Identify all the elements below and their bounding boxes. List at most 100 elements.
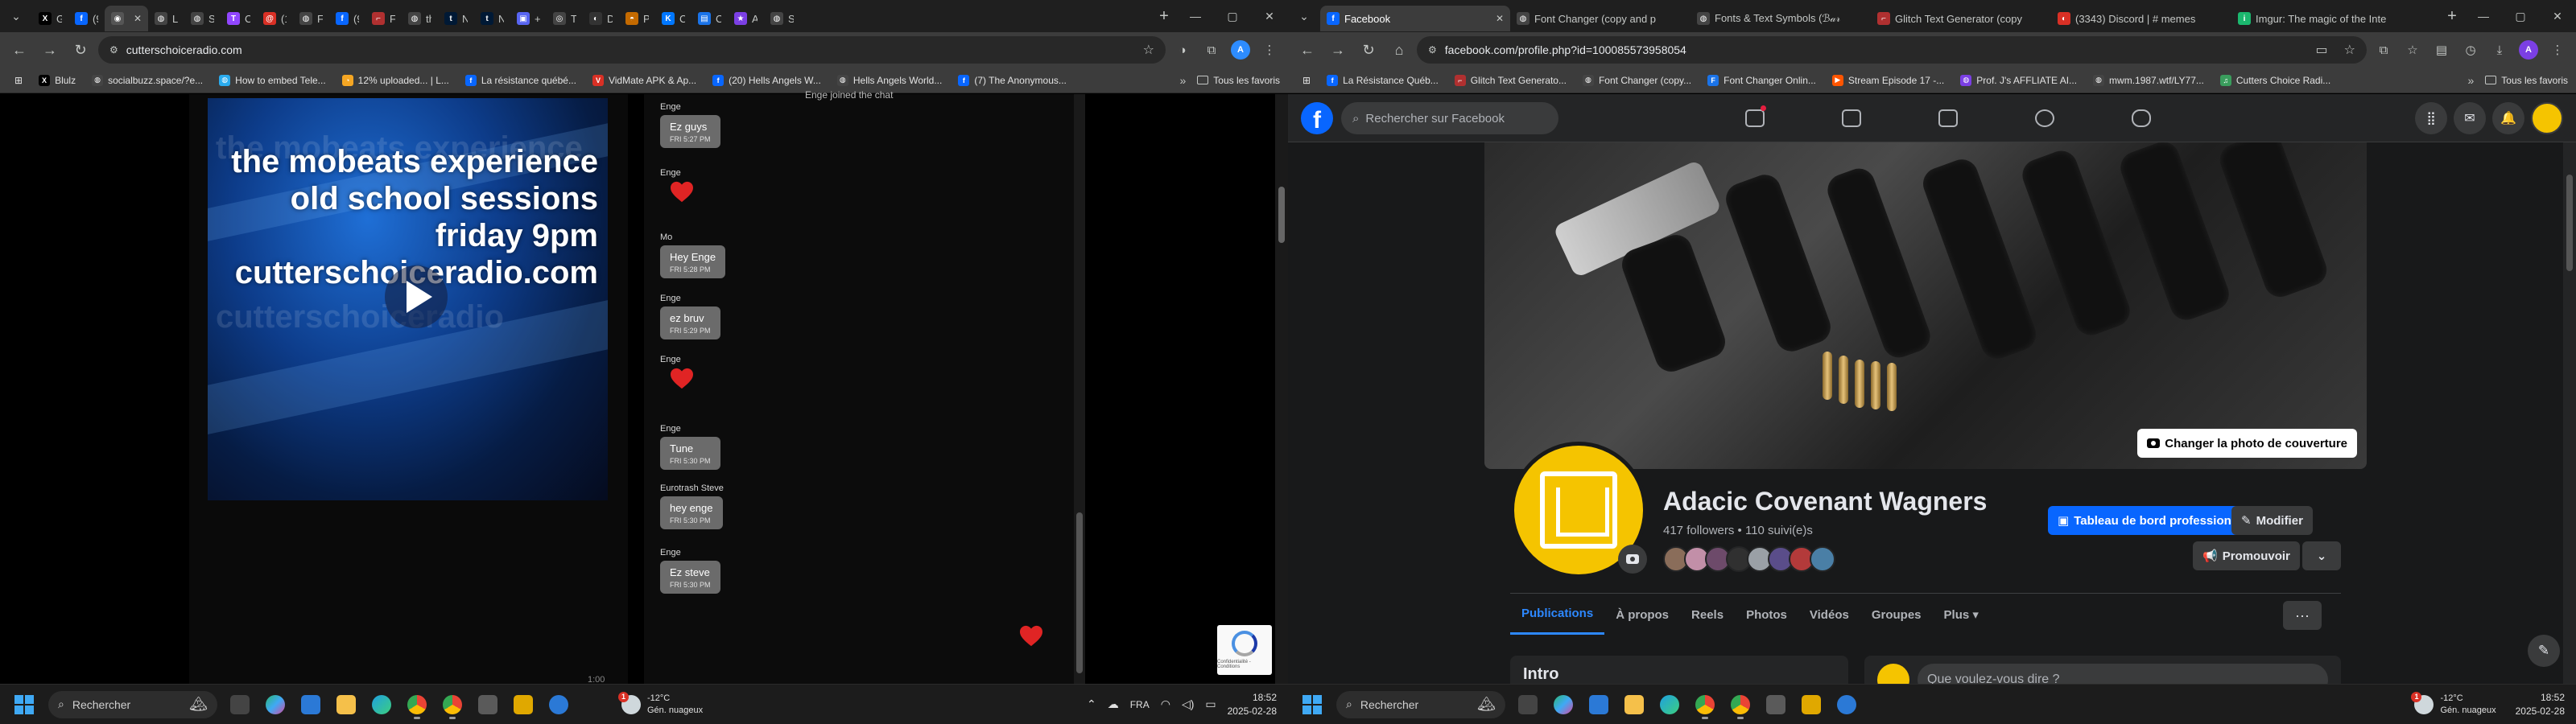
- history-icon[interactable]: ◷: [2458, 38, 2483, 62]
- app-icon[interactable]: [1761, 690, 1790, 719]
- more-bookmarks-icon[interactable]: »: [2460, 74, 2483, 87]
- reload-button[interactable]: ↻: [1356, 37, 1381, 63]
- address-bar[interactable]: ⚙ facebook.com/profile.php?id=1000855739…: [1417, 36, 2367, 64]
- bookmark-7[interactable]: ◍ Hells Angels World...: [831, 70, 949, 91]
- task-view-icon[interactable]: [225, 690, 254, 719]
- scroll-thumb[interactable]: [1076, 512, 1083, 673]
- app-icon[interactable]: [1797, 690, 1826, 719]
- chrome-icon[interactable]: [1726, 690, 1755, 719]
- bookmark-2[interactable]: ◍ Font Changer (copy...: [1576, 70, 1698, 91]
- tab-0[interactable]: X Gli: [32, 6, 68, 31]
- tab-12[interactable]: t Na: [474, 6, 510, 31]
- taskbar-search[interactable]: ⌕ Rechercher 🏔: [1336, 690, 1505, 718]
- bookmark-star-icon[interactable]: ☆: [1143, 42, 1154, 58]
- close-icon[interactable]: ✕: [1251, 10, 1288, 23]
- tab-7[interactable]: ◍ File: [293, 6, 329, 31]
- collections-icon[interactable]: ▤: [2429, 38, 2454, 62]
- home-button[interactable]: ⌂: [1386, 37, 1412, 63]
- apps-icon[interactable]: ⊞: [8, 70, 29, 91]
- chat-scrollbar[interactable]: [1074, 94, 1085, 684]
- store-icon[interactable]: [1584, 690, 1613, 719]
- edit-profile-button[interactable]: ✎ Modifier: [2231, 506, 2313, 535]
- promote-button[interactable]: 📢 Promouvoir: [2193, 541, 2300, 570]
- bookmark-2[interactable]: ◍ How to embed Tele...: [213, 70, 332, 91]
- maximize-icon[interactable]: ▢: [2502, 10, 2539, 23]
- profile-button[interactable]: A: [2516, 38, 2541, 62]
- bookmark-6[interactable]: f (20) Hells Angels W...: [706, 70, 828, 91]
- profile-tab-1[interactable]: À propos: [1604, 594, 1680, 635]
- bookmark-star-icon[interactable]: ☆: [2344, 42, 2355, 58]
- tab-0[interactable]: f Facebook ✕: [1320, 6, 1510, 31]
- bookmark-5[interactable]: ◍ Prof. J's AFFLIATE AI...: [1954, 70, 2083, 91]
- tab-1[interactable]: f (9): [68, 6, 105, 31]
- bookmark-7[interactable]: ♫ Cutters Choice Radi...: [2214, 70, 2337, 91]
- facebook-logo-icon[interactable]: f: [1301, 102, 1333, 134]
- close-tab-icon[interactable]: ✕: [134, 13, 142, 24]
- cover-photo[interactable]: Changer la photo de couverture: [1484, 142, 2367, 469]
- change-profile-picture-button[interactable]: [1618, 545, 1647, 574]
- chrome-icon[interactable]: [1690, 690, 1719, 719]
- new-tab-button[interactable]: +: [1151, 7, 1177, 26]
- nav-video[interactable]: [1803, 94, 1900, 142]
- tab-5[interactable]: T CC: [221, 6, 257, 31]
- profile-tab-3[interactable]: Photos: [1735, 594, 1798, 635]
- new-tab-button[interactable]: +: [2439, 7, 2465, 26]
- weather-widget[interactable]: 1 -12°C Gén. nuageux: [618, 691, 703, 716]
- back-button[interactable]: ←: [6, 37, 32, 63]
- file-explorer-icon[interactable]: [332, 690, 361, 719]
- page-scrollbar[interactable]: [2563, 142, 2576, 684]
- tab-4[interactable]: ◍ Se: [184, 6, 221, 31]
- copilot-icon[interactable]: [1549, 690, 1578, 719]
- site-info-icon[interactable]: ⚙: [109, 44, 118, 56]
- bookmark-3[interactable]: ◔ 12% uploaded... | L...: [336, 70, 456, 91]
- address-bar[interactable]: ⚙ cutterschoiceradio.com ☆: [98, 36, 1166, 64]
- back-button[interactable]: ←: [1294, 37, 1320, 63]
- tab-search-button[interactable]: ⌄: [1288, 0, 1320, 32]
- tab-11[interactable]: t Na: [438, 6, 474, 31]
- chrome-icon[interactable]: [438, 690, 467, 719]
- store-icon[interactable]: [296, 690, 325, 719]
- apps-icon[interactable]: ⊞: [1296, 70, 1317, 91]
- tab-19[interactable]: ★ Ad: [728, 6, 764, 31]
- clock[interactable]: 18:52 2025-02-28: [2516, 691, 2565, 717]
- tab-8[interactable]: f (9): [329, 6, 365, 31]
- tab-search-button[interactable]: ⌄: [0, 0, 32, 32]
- tab-9[interactable]: ⌐ File: [365, 6, 402, 31]
- profile-tab-6[interactable]: Plus ▾: [1933, 594, 1990, 635]
- page-scrollbar[interactable]: [1275, 94, 1288, 684]
- tab-13[interactable]: ▣ + #: [510, 6, 547, 31]
- cloud-icon[interactable]: ☁: [1108, 697, 1119, 711]
- tab-17[interactable]: K Cu: [655, 6, 691, 31]
- nav-gaming[interactable]: [2093, 94, 2190, 142]
- close-icon[interactable]: ✕: [2539, 10, 2576, 23]
- windows-start-icon[interactable]: [1302, 694, 1322, 714]
- bookmark-0[interactable]: f La Résistance Québ...: [1320, 70, 1445, 91]
- cast-icon[interactable]: ▭: [2316, 42, 2328, 58]
- extensions-puzzle-icon[interactable]: ⧉: [1199, 38, 1224, 62]
- site-info-icon[interactable]: ⚙: [1428, 44, 1437, 56]
- app-icon[interactable]: [473, 690, 502, 719]
- recaptcha-badge[interactable]: Confidentialité - Conditions: [1217, 625, 1272, 675]
- profile-button[interactable]: A: [1228, 38, 1253, 62]
- chevron-up-icon[interactable]: ⌃: [1087, 697, 1096, 711]
- profile-tab-2[interactable]: Reels: [1680, 594, 1735, 635]
- bookmark-4[interactable]: f La résistance québé...: [459, 70, 583, 91]
- minimize-icon[interactable]: —: [1177, 10, 1214, 23]
- tab-18[interactable]: ▤ Cu: [691, 6, 728, 31]
- follower-avatars[interactable]: [1663, 546, 1835, 572]
- bookmark-0[interactable]: X Blulz: [32, 70, 82, 91]
- nav-marketplace[interactable]: [1900, 94, 1996, 142]
- more-bookmarks-icon[interactable]: »: [1172, 74, 1195, 87]
- profile-tab-5[interactable]: Groupes: [1860, 594, 1933, 635]
- app-icon[interactable]: [544, 690, 573, 719]
- app-icon[interactable]: [1832, 690, 1861, 719]
- change-cover-button[interactable]: Changer la photo de couverture: [2137, 429, 2357, 458]
- scroll-thumb[interactable]: [1278, 187, 1285, 243]
- tab-4[interactable]: ◐ (3343) Discord | # memes: [2051, 6, 2231, 31]
- all-bookmarks-folder[interactable]: Tous les favoris: [2485, 75, 2568, 86]
- bookmark-5[interactable]: V VidMate APK & Ap...: [586, 70, 703, 91]
- nav-groups[interactable]: [1996, 94, 2093, 142]
- nav-home[interactable]: [1707, 94, 1803, 142]
- windows-start-icon[interactable]: [14, 694, 34, 714]
- all-bookmarks-folder[interactable]: Tous les favoris: [1197, 75, 1280, 86]
